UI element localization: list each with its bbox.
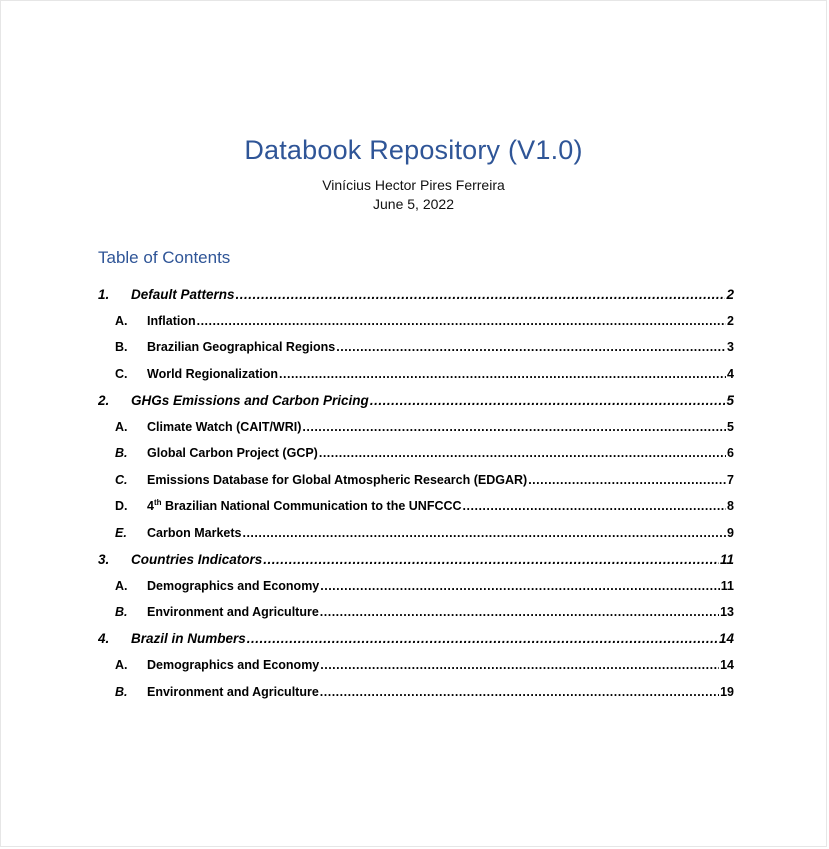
toc-item-inflation[interactable]: A. Inflation 2: [98, 308, 734, 335]
toc-dot-leader: [320, 685, 719, 699]
toc-item-global-carbon-project[interactable]: B. Global Carbon Project (GCP) 6: [98, 440, 734, 467]
toc-item-carbon-markets[interactable]: E. Carbon Markets 9: [98, 520, 734, 547]
toc-item-label: Brazilian Geographical Regions: [147, 340, 336, 355]
toc-page-number: 8: [727, 499, 734, 514]
document-date: June 5, 2022: [373, 196, 454, 212]
toc-item-letter: A.: [115, 313, 128, 328]
toc-item-label-text: Brazilian National Communication to the …: [165, 499, 462, 514]
toc-dot-leader: [279, 367, 726, 381]
toc-section-label: Default Patterns: [131, 286, 235, 302]
toc-item-label: 4th Brazilian National Communication to …: [147, 498, 462, 514]
toc-page-number: 14: [718, 631, 734, 647]
ordinal-suffix: th: [153, 498, 162, 508]
toc-page-number: 2: [726, 286, 734, 302]
toc-item-letter: B.: [115, 684, 128, 699]
table-of-contents: 1. Default Patterns 2 A. Inflation 2 B. …: [98, 281, 734, 705]
toc-section-default-patterns[interactable]: 1. Default Patterns 2: [98, 281, 734, 308]
toc-page-number: 13: [720, 605, 734, 620]
toc-item-environment-agriculture[interactable]: B. Environment and Agriculture 19: [98, 679, 734, 706]
toc-dot-leader: [463, 499, 727, 513]
toc-item-brazilian-geographical-regions[interactable]: B. Brazilian Geographical Regions 3: [98, 334, 734, 361]
toc-item-environment-agriculture[interactable]: B. Environment and Agriculture 13: [98, 599, 734, 626]
toc-section-countries-indicators[interactable]: 3. Countries Indicators 11: [98, 546, 734, 573]
toc-dot-leader: [247, 631, 718, 646]
toc-item-national-communication[interactable]: D. 4th Brazilian National Communication …: [98, 493, 734, 520]
toc-section-label: Brazil in Numbers: [131, 631, 246, 647]
toc-item-letter: C.: [115, 472, 128, 487]
toc-dot-leader: [242, 526, 726, 540]
toc-page-number: 7: [727, 472, 734, 487]
toc-page-number: 3: [727, 340, 734, 355]
toc-item-world-regionalization[interactable]: C. World Regionalization 4: [98, 361, 734, 388]
toc-item-label: Environment and Agriculture: [147, 684, 319, 699]
toc-page-number: 11: [719, 551, 734, 567]
toc-item-label: Global Carbon Project (GCP): [147, 446, 318, 461]
toc-item-letter: D.: [115, 499, 128, 514]
toc-item-letter: E.: [115, 525, 127, 540]
toc-dot-leader: [302, 420, 726, 434]
toc-heading: Table of Contents: [98, 248, 231, 267]
toc-section-ghgs-emissions[interactable]: 2. GHGs Emissions and Carbon Pricing 5: [98, 387, 734, 414]
toc-item-label: Demographics and Economy: [147, 578, 320, 593]
toc-item-demographics-economy[interactable]: A. Demographics and Economy 14: [98, 652, 734, 679]
toc-item-demographics-economy[interactable]: A. Demographics and Economy 11: [98, 573, 734, 600]
toc-page-number: 2: [727, 313, 734, 328]
toc-dot-leader: [370, 393, 726, 408]
toc-item-label: Environment and Agriculture: [147, 605, 319, 620]
ordinal-number: 4: [147, 499, 154, 514]
toc-section-label: Countries Indicators: [131, 551, 263, 567]
toc-item-label: Demographics and Economy: [147, 658, 320, 673]
document-author: Vinícius Hector Pires Ferreira: [322, 177, 505, 193]
toc-dot-leader: [528, 473, 726, 487]
toc-page-number: 4: [727, 366, 734, 381]
toc-item-label: Carbon Markets: [147, 525, 242, 540]
toc-item-letter: C.: [115, 366, 128, 381]
toc-item-label: Emissions Database for Global Atmospheri…: [147, 472, 528, 487]
document-page: Databook Repository (V1.0) Vinícius Hect…: [0, 0, 827, 847]
toc-dot-leader: [320, 579, 720, 593]
toc-item-label: Climate Watch (CAIT/WRI): [147, 419, 302, 434]
toc-item-letter: A.: [115, 419, 128, 434]
toc-dot-leader: [236, 287, 726, 302]
toc-dot-leader: [197, 314, 726, 328]
toc-dot-leader: [336, 340, 726, 354]
toc-item-letter: B.: [115, 446, 128, 461]
toc-page-number: 9: [727, 525, 734, 540]
toc-section-number: 2.: [98, 392, 110, 408]
toc-item-letter: B.: [115, 605, 128, 620]
toc-section-number: 1.: [98, 286, 110, 302]
toc-section-number: 4.: [98, 631, 110, 647]
toc-item-climate-watch[interactable]: A. Climate Watch (CAIT/WRI) 5: [98, 414, 734, 441]
toc-item-edgar[interactable]: C. Emissions Database for Global Atmosph…: [98, 467, 734, 494]
toc-section-label: GHGs Emissions and Carbon Pricing: [131, 392, 369, 408]
toc-item-letter: A.: [115, 658, 128, 673]
toc-item-letter: A.: [115, 578, 128, 593]
toc-section-brazil-in-numbers[interactable]: 4. Brazil in Numbers 14: [98, 626, 734, 653]
toc-item-label: World Regionalization: [147, 366, 279, 381]
toc-dot-leader: [263, 552, 719, 567]
toc-section-number: 3.: [98, 551, 110, 567]
toc-page-number: 19: [720, 684, 734, 699]
toc-dot-leader: [320, 605, 719, 619]
toc-page-number: 6: [727, 446, 734, 461]
toc-dot-leader: [320, 658, 719, 672]
toc-item-label: Inflation: [147, 313, 196, 328]
toc-page-number: 14: [720, 658, 734, 673]
toc-item-letter: B.: [115, 340, 128, 355]
toc-page-number: 5: [726, 392, 734, 408]
toc-page-number: 11: [720, 578, 734, 593]
toc-page-number: 5: [727, 419, 734, 434]
document-title: Databook Repository (V1.0): [244, 135, 583, 165]
toc-dot-leader: [319, 446, 726, 460]
